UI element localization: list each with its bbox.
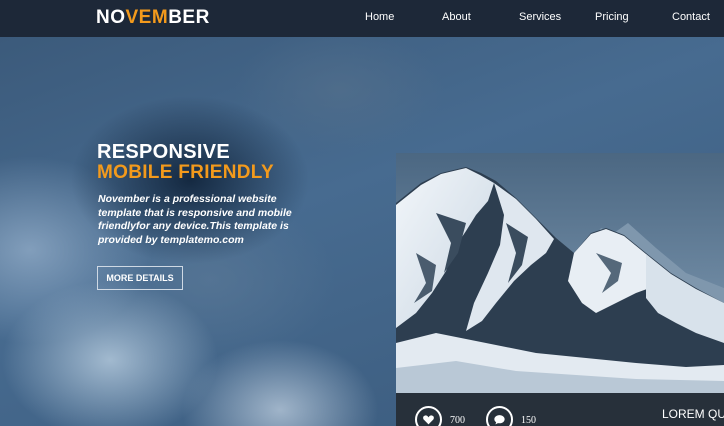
heart-icon — [423, 415, 434, 425]
more-details-button[interactable]: MORE DETAILS — [97, 266, 183, 290]
like-button[interactable] — [415, 406, 442, 426]
logo-part-1: NO — [96, 7, 126, 28]
hero-title-line-2: MOBILE FRIENDLY — [97, 162, 274, 183]
nav-pricing[interactable]: Pricing — [595, 11, 629, 23]
like-count: 700 — [450, 415, 465, 426]
photo-card: 700 150 LOREM QU — [396, 153, 724, 426]
logo-part-3: BER — [168, 7, 210, 28]
card-footer-bar: 700 150 LOREM QU — [396, 393, 724, 426]
nav-contact[interactable]: Contact — [672, 11, 710, 23]
nav-services[interactable]: Services — [519, 11, 561, 23]
hero-description: November is a professional website templ… — [98, 193, 292, 246]
card-caption: LOREM QU — [662, 407, 724, 421]
comment-count: 150 — [521, 415, 536, 426]
mountain-photo — [396, 153, 724, 393]
comment-button[interactable] — [486, 406, 513, 426]
hero-title-line-1: RESPONSIVE — [97, 141, 231, 163]
logo-part-2: VEM — [125, 7, 169, 28]
nav-home[interactable]: Home — [365, 11, 394, 23]
comment-icon — [494, 415, 505, 425]
logo[interactable]: NOVEMBER — [96, 7, 210, 29]
nav-about[interactable]: About — [442, 11, 471, 23]
header-bar: NOVEMBER Home About Services Pricing Con… — [0, 0, 724, 37]
